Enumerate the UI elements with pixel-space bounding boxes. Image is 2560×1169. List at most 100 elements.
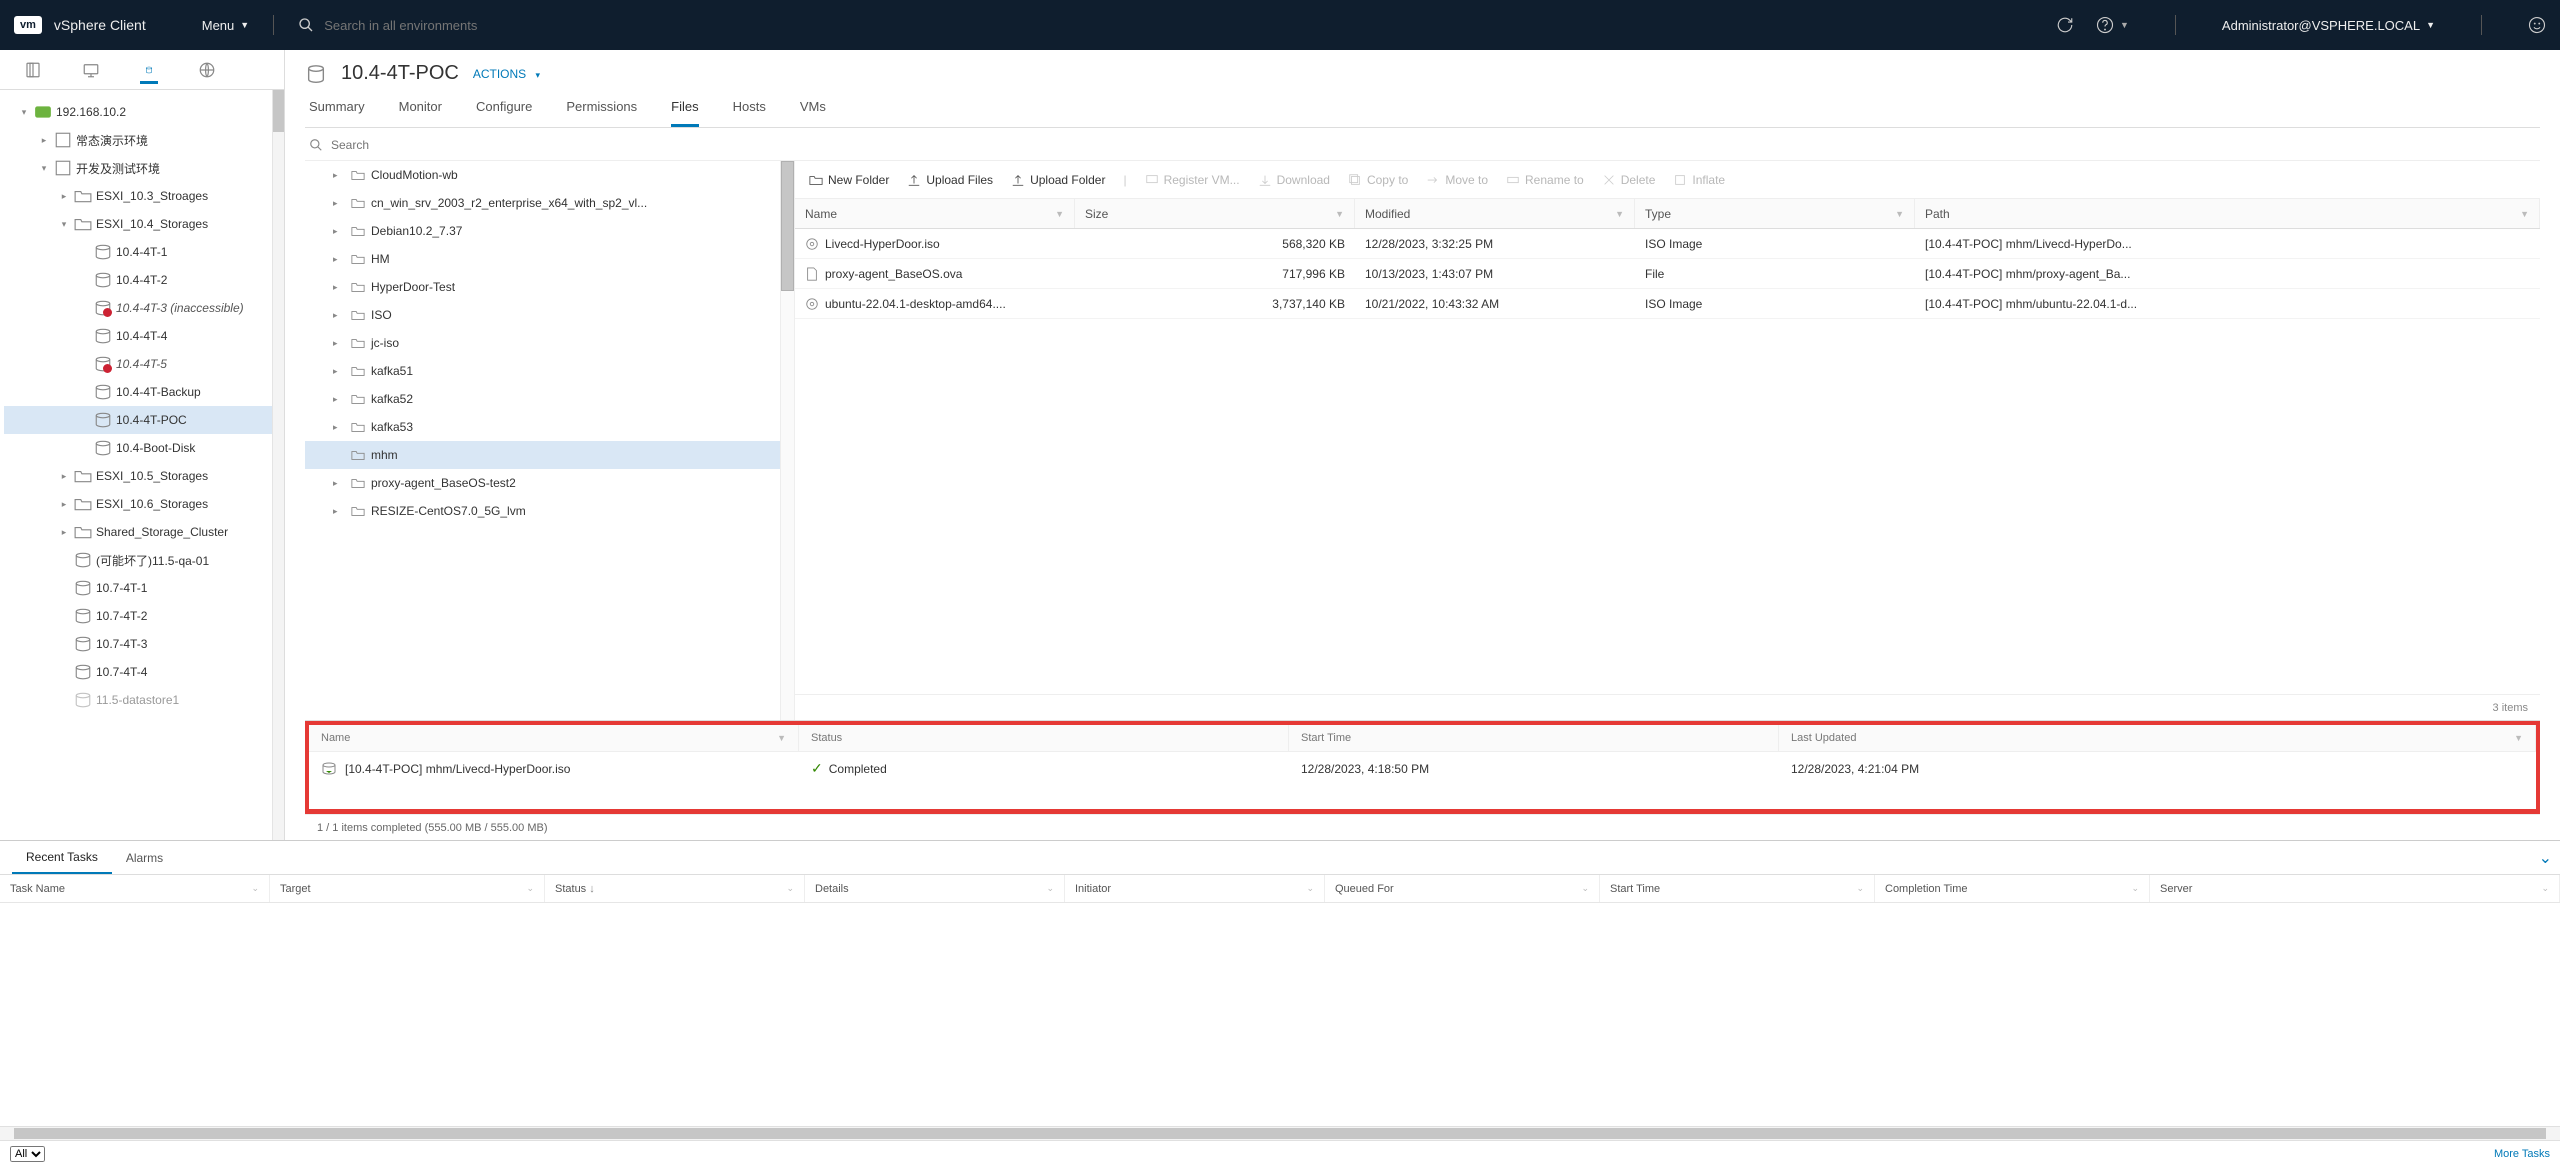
storage-view-icon[interactable] <box>140 66 158 84</box>
folder-item[interactable]: ▸RESIZE-CentOS7.0_5G_lvm <box>305 497 794 525</box>
col-server[interactable]: Server⌄ <box>2150 875 2560 902</box>
expand-icon[interactable]: ▸ <box>333 198 345 209</box>
folder-scrollbar[interactable] <box>780 161 794 720</box>
col-name[interactable]: Name▼ <box>309 725 799 751</box>
col-updated[interactable]: Last Updated▼ <box>1779 725 2536 751</box>
filter-icon[interactable]: ▼ <box>1055 209 1064 219</box>
tree-datacenter[interactable]: ▸常态演示环境 <box>4 126 280 154</box>
tree-datastore[interactable]: 10.7-4T-4 <box>4 658 280 686</box>
folder-item[interactable]: ▸proxy-agent_BaseOS-test2 <box>305 469 794 497</box>
tree-datastore[interactable]: 10.4-4T-2 <box>4 266 280 294</box>
tree-datastore[interactable]: (可能坏了)11.5-qa-01 <box>4 546 280 574</box>
chevron-icon[interactable]: ⌄ <box>251 883 259 894</box>
tab-files[interactable]: Files <box>671 99 698 127</box>
tree-folder[interactable]: ▾ESXI_10.4_Storages <box>4 210 280 238</box>
file-row[interactable]: Livecd-HyperDoor.iso568,320 KB12/28/2023… <box>795 229 2540 259</box>
chevron-icon[interactable]: ⌄ <box>526 883 534 894</box>
tree-datastore-inaccessible[interactable]: 10.4-4T-5 <box>4 350 280 378</box>
tab-recent-tasks[interactable]: Recent Tasks <box>12 842 112 874</box>
col-task-name[interactable]: Task Name⌄ <box>0 875 270 902</box>
folder-item[interactable]: ▸cn_win_srv_2003_r2_enterprise_x64_with_… <box>305 189 794 217</box>
col-status[interactable]: Status <box>799 725 1289 751</box>
menu-dropdown[interactable]: Menu▼ <box>202 18 249 33</box>
expand-icon[interactable]: ▾ <box>18 107 30 118</box>
col-type[interactable]: Type▼ <box>1635 199 1915 228</box>
chevron-icon[interactable]: ⌄ <box>2541 883 2549 894</box>
col-status[interactable]: Status ↓⌄ <box>545 875 805 902</box>
col-initiator[interactable]: Initiator⌄ <box>1065 875 1325 902</box>
scrollbar-thumb[interactable] <box>14 1128 2546 1139</box>
folder-item[interactable]: ▸CloudMotion-wb <box>305 161 794 189</box>
col-start-time[interactable]: Start Time⌄ <box>1600 875 1875 902</box>
tree-folder[interactable]: ▸ESXI_10.5_Storages <box>4 462 280 490</box>
filter-icon[interactable]: ▼ <box>1615 209 1624 219</box>
transfer-row[interactable]: [10.4-4T-POC] mhm/Livecd-HyperDoor.iso ✓… <box>309 751 2536 785</box>
filter-icon[interactable]: ▼ <box>2520 209 2529 219</box>
tree-vcenter[interactable]: ▾192.168.10.2 <box>4 98 280 126</box>
user-menu[interactable]: Administrator@VSPHERE.LOCAL▼ <box>2222 18 2435 33</box>
tab-alarms[interactable]: Alarms <box>112 843 177 873</box>
filter-icon[interactable]: ▼ <box>777 733 786 743</box>
tab-summary[interactable]: Summary <box>309 99 365 127</box>
tab-vms[interactable]: VMs <box>800 99 826 127</box>
filter-icon[interactable]: ▼ <box>1335 209 1344 219</box>
tree-datastore-inaccessible[interactable]: 10.4-4T-3 (inaccessible) <box>4 294 280 322</box>
tree-datastore[interactable]: 10.7-4T-3 <box>4 630 280 658</box>
expand-icon[interactable]: ▸ <box>58 499 70 510</box>
vms-view-icon[interactable] <box>82 61 100 79</box>
expand-icon[interactable]: ▸ <box>58 527 70 538</box>
tab-configure[interactable]: Configure <box>476 99 532 127</box>
folder-item[interactable]: ▸HM <box>305 245 794 273</box>
task-filter-select[interactable]: All <box>10 1146 45 1162</box>
col-name[interactable]: Name▼ <box>795 199 1075 228</box>
expand-icon[interactable]: ▸ <box>333 226 345 237</box>
tree-datacenter[interactable]: ▾开发及测试环境 <box>4 154 280 182</box>
folder-item[interactable]: ▸Debian10.2_7.37 <box>305 217 794 245</box>
global-search[interactable] <box>298 17 2056 33</box>
hosts-view-icon[interactable] <box>24 61 42 79</box>
col-path[interactable]: Path▼ <box>1915 199 2540 228</box>
expand-icon[interactable]: ▸ <box>333 170 345 181</box>
refresh-icon[interactable] <box>2056 16 2074 34</box>
expand-icon[interactable]: ▸ <box>333 282 345 293</box>
chevron-icon[interactable]: ⌄ <box>1046 883 1054 894</box>
expand-icon[interactable]: ▸ <box>58 471 70 482</box>
sidebar-scrollbar[interactable] <box>272 90 284 840</box>
tasks-h-scrollbar[interactable] <box>0 1126 2560 1140</box>
expand-icon[interactable]: ▸ <box>333 422 345 433</box>
folder-item[interactable]: ▸kafka51 <box>305 357 794 385</box>
search-input[interactable] <box>324 18 724 33</box>
folder-item[interactable]: ▸jc-iso <box>305 329 794 357</box>
chevron-icon[interactable]: ⌄ <box>2131 883 2139 894</box>
tree-datastore[interactable]: 10.4-4T-4 <box>4 322 280 350</box>
expand-icon[interactable]: ▸ <box>38 135 50 146</box>
expand-icon[interactable]: ▸ <box>333 478 345 489</box>
tree-datastore[interactable]: 10.4-4T-1 <box>4 238 280 266</box>
actions-menu[interactable]: ACTIONS ▾ <box>473 67 540 81</box>
col-queued[interactable]: Queued For⌄ <box>1325 875 1600 902</box>
folder-item[interactable]: mhm <box>305 441 794 469</box>
collapse-icon[interactable]: ⌄ <box>2539 848 2552 868</box>
filter-icon[interactable]: ▼ <box>1895 209 1904 219</box>
file-row[interactable]: proxy-agent_BaseOS.ova717,996 KB10/13/20… <box>795 259 2540 289</box>
col-start[interactable]: Start Time <box>1289 725 1779 751</box>
chevron-icon[interactable]: ⌄ <box>1306 883 1314 894</box>
file-row[interactable]: ubuntu-22.04.1-desktop-amd64....3,737,14… <box>795 289 2540 319</box>
expand-icon[interactable]: ▸ <box>333 310 345 321</box>
folder-item[interactable]: ▸kafka53 <box>305 413 794 441</box>
tree-folder[interactable]: ▸ESXI_10.6_Storages <box>4 490 280 518</box>
expand-icon[interactable]: ▾ <box>38 163 50 174</box>
expand-icon[interactable]: ▸ <box>333 394 345 405</box>
chevron-icon[interactable]: ⌄ <box>1856 883 1864 894</box>
tree-datastore-selected[interactable]: 10.4-4T-POC <box>4 406 280 434</box>
tab-hosts[interactable]: Hosts <box>733 99 766 127</box>
folder-item[interactable]: ▸ISO <box>305 301 794 329</box>
upload-folder-button[interactable]: Upload Folder <box>1011 173 1105 187</box>
tree-datastore[interactable]: 10.4-Boot-Disk <box>4 434 280 462</box>
new-folder-button[interactable]: New Folder <box>809 173 889 187</box>
col-details[interactable]: Details⌄ <box>805 875 1065 902</box>
expand-icon[interactable]: ▸ <box>58 191 70 202</box>
tree-folder[interactable]: ▸ESXI_10.3_Stroages <box>4 182 280 210</box>
filter-icon[interactable]: ▼ <box>2514 733 2523 743</box>
expand-icon[interactable]: ▸ <box>333 254 345 265</box>
